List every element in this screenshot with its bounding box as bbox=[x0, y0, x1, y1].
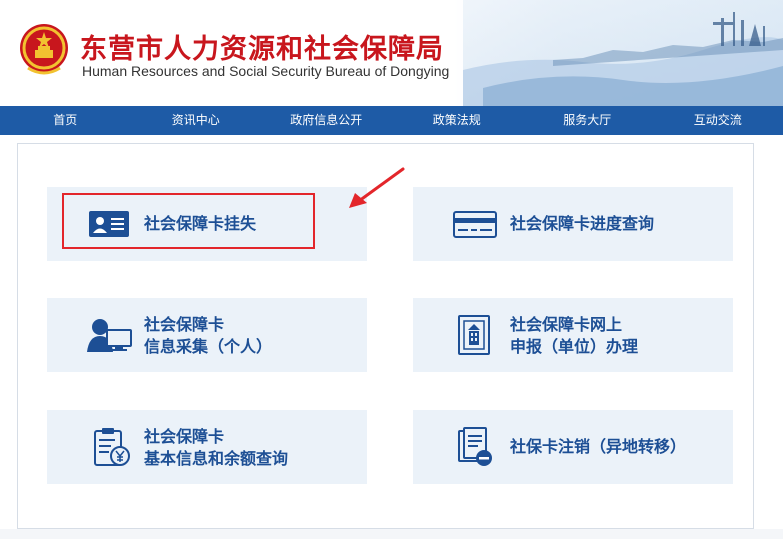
nav-item-gov-info[interactable]: 政府信息公开 bbox=[261, 106, 392, 135]
service-label-line2: 信息采集（个人） bbox=[144, 337, 273, 356]
highlight-box bbox=[62, 193, 315, 249]
nav-item-service-hall[interactable]: 服务大厅 bbox=[522, 106, 653, 135]
nav-item-news[interactable]: 资讯中心 bbox=[131, 106, 262, 135]
service-label-line1: 社会保障卡 bbox=[144, 315, 225, 334]
site-subtitle: Human Resources and Social Security Bure… bbox=[82, 63, 450, 79]
credit-card-icon bbox=[453, 211, 497, 238]
site-title: 东营市人力资源和社会保障局 bbox=[80, 34, 444, 65]
pointer-arrow-icon bbox=[349, 167, 405, 208]
document-building-icon bbox=[458, 315, 490, 355]
header-scenery-image bbox=[463, 0, 783, 106]
service-label-line1: 社会保障卡网上 bbox=[510, 315, 623, 334]
page-bottom-strip bbox=[0, 529, 783, 539]
service-label-line2: 基本信息和余额查询 bbox=[144, 449, 289, 468]
clipboard-yuan-icon bbox=[94, 428, 130, 466]
nav-item-home[interactable]: 首页 bbox=[0, 106, 131, 135]
service-card-progress-query[interactable]: 社会保障卡进度查询 bbox=[413, 187, 733, 261]
main-nav: 首页 资讯中心 政府信息公开 政策法规 服务大厅 互动交流 bbox=[0, 106, 783, 135]
document-minus-icon bbox=[458, 427, 492, 466]
service-label: 社会保障卡进度查询 bbox=[510, 214, 655, 233]
nav-item-policy[interactable]: 政策法规 bbox=[392, 106, 523, 135]
national-emblem-icon bbox=[20, 24, 68, 75]
person-computer-icon bbox=[87, 319, 132, 352]
service-card-info-collection[interactable]: 社会保障卡 信息采集（个人） bbox=[47, 298, 367, 372]
service-card-balance-query[interactable]: 社会保障卡 基本信息和余额查询 bbox=[47, 410, 367, 484]
service-card-cancellation[interactable]: 社保卡注销（异地转移） bbox=[413, 410, 733, 484]
nav-item-interaction[interactable]: 互动交流 bbox=[653, 106, 783, 135]
service-label-line1: 社会保障卡 bbox=[144, 427, 225, 446]
service-card-online-declaration[interactable]: 社会保障卡网上 申报（单位）办理 bbox=[413, 298, 733, 372]
site-header: 东营市人力资源和社会保障局 Human Resources and Social… bbox=[0, 0, 783, 106]
service-label: 社保卡注销（异地转移） bbox=[510, 437, 687, 456]
service-label-line2: 申报（单位）办理 bbox=[510, 337, 639, 356]
